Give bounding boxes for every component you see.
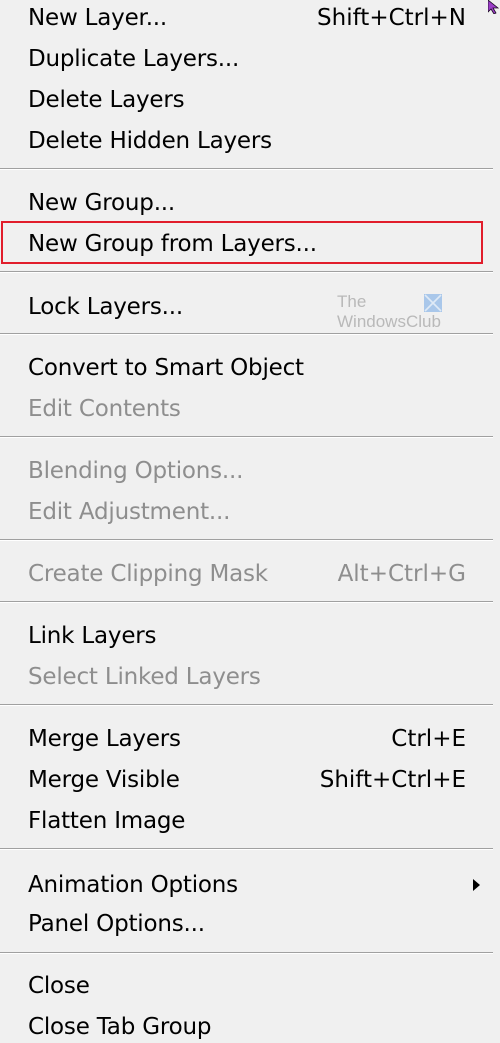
menu-separator: [0, 271, 493, 273]
menu-separator: [0, 539, 493, 541]
menu-item-label: New Layer...: [28, 5, 168, 31]
menu-item-edit-adjustment: Edit Adjustment...: [0, 492, 500, 532]
menu-item-label: Panel Options...: [28, 911, 205, 937]
menu-item-label: Select Linked Layers: [28, 664, 261, 690]
menu-item-shortcut: Ctrl+E: [391, 726, 466, 752]
menu-item-label: Close Tab Group: [28, 1014, 212, 1040]
menu-item-flatten-image[interactable]: Flatten Image: [0, 801, 500, 841]
menu-item-link-layers[interactable]: Link Layers: [0, 616, 500, 656]
menu-item-delete-layers[interactable]: Delete Layers: [0, 80, 500, 120]
menu-item-close[interactable]: Close: [0, 966, 500, 1006]
watermark-line2: WindowsClub: [337, 312, 441, 331]
menu-separator: [0, 704, 493, 706]
menu-item-close-tab-group[interactable]: Close Tab Group: [0, 1007, 500, 1043]
menu-item-label: Edit Contents: [28, 396, 181, 422]
menu-item-shortcut: Shift+Ctrl+N: [317, 5, 466, 31]
menu-item-label: Delete Layers: [28, 87, 185, 113]
menu-item-merge-visible[interactable]: Merge Visible Shift+Ctrl+E: [0, 760, 500, 800]
watermark: The WindowsClub: [337, 292, 457, 336]
menu-item-create-clipping-mask: Create Clipping Mask Alt+Ctrl+G: [0, 554, 500, 594]
menu-separator: [0, 848, 493, 850]
menu-separator: [0, 601, 493, 603]
menu-item-label: Link Layers: [28, 623, 157, 649]
menu-item-select-linked-layers: Select Linked Layers: [0, 657, 500, 697]
menu-item-new-group[interactable]: New Group...: [0, 183, 500, 223]
menu-item-label: Duplicate Layers...: [28, 46, 240, 72]
menu-item-blending-options: Blending Options...: [0, 451, 500, 491]
menu-item-label: Delete Hidden Layers: [28, 128, 272, 154]
menu-separator: [0, 952, 493, 954]
menu-item-label: New Group...: [28, 190, 176, 216]
menu-item-label: Lock Layers...: [28, 294, 183, 320]
menu-item-label: Convert to Smart Object: [28, 355, 304, 381]
menu-item-label: Flatten Image: [28, 808, 186, 834]
layers-panel-menu: New Layer... Shift+Ctrl+N Duplicate Laye…: [0, 0, 500, 1043]
menu-item-label: Edit Adjustment...: [28, 499, 231, 525]
menu-separator: [0, 436, 493, 438]
mouse-cursor-icon: [488, 0, 500, 14]
watermark-logo-icon: [424, 294, 442, 312]
menu-item-edit-contents: Edit Contents: [0, 389, 500, 429]
menu-item-panel-options[interactable]: Panel Options...: [0, 904, 500, 944]
menu-item-label: Merge Visible: [28, 767, 180, 793]
menu-item-convert-to-smart-object[interactable]: Convert to Smart Object: [0, 348, 500, 388]
submenu-arrow-icon: [473, 879, 480, 891]
menu-item-label: Animation Options: [28, 872, 238, 898]
menu-item-shortcut: Alt+Ctrl+G: [337, 561, 466, 587]
menu-item-label: Create Clipping Mask: [28, 561, 268, 587]
menu-item-label: Close: [28, 973, 90, 999]
menu-item-animation-options[interactable]: Animation Options: [0, 865, 500, 905]
menu-item-merge-layers[interactable]: Merge Layers Ctrl+E: [0, 719, 500, 759]
menu-separator: [0, 168, 493, 170]
menu-item-label: Blending Options...: [28, 458, 244, 484]
menu-item-label: Merge Layers: [28, 726, 181, 752]
highlight-box: [1, 221, 483, 264]
menu-item-duplicate-layers[interactable]: Duplicate Layers...: [0, 39, 500, 79]
menu-item-new-layer[interactable]: New Layer... Shift+Ctrl+N: [0, 0, 500, 38]
menu-item-shortcut: Shift+Ctrl+E: [319, 767, 466, 793]
menu-item-delete-hidden-layers[interactable]: Delete Hidden Layers: [0, 121, 500, 161]
